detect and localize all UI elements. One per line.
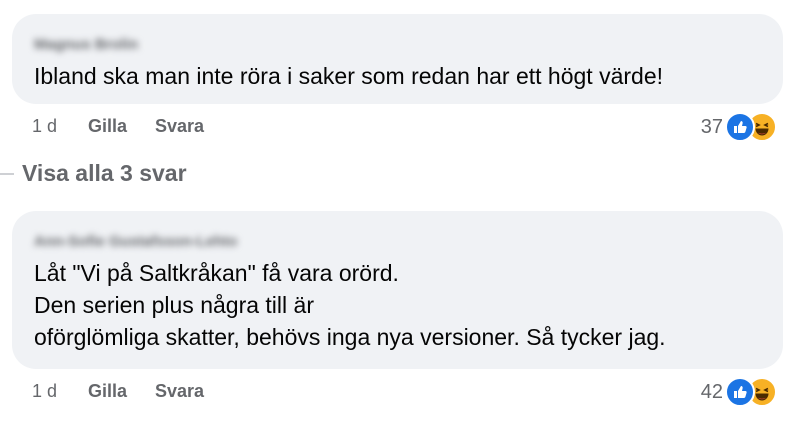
comment-text: Låt "Vi på Saltkråkan" få vara orörd. <box>34 260 399 286</box>
comment-text: Den serien plus några till är <box>34 292 314 318</box>
reply-button[interactable]: Svara <box>155 381 204 402</box>
view-all-replies-label: Visa alla 3 svar <box>22 160 187 186</box>
comment-text: Ibland ska man inte röra i saker som red… <box>34 63 663 89</box>
reaction-summary[interactable]: 37 <box>701 112 777 142</box>
comment-bubble: Magnus Brolin Ibland ska man inte röra i… <box>12 14 783 104</box>
like-icon <box>725 112 755 142</box>
comment-bubble: Ann-Sofie Gustafsson-Lehto Låt "Vi på Sa… <box>12 211 783 369</box>
comment-actions: 1 d Gilla Svara <box>32 116 232 137</box>
like-button[interactable]: Gilla <box>88 381 127 402</box>
comment-author[interactable]: Magnus Brolin <box>34 36 138 53</box>
comment-text: oförglömliga skatter, behövs inga nya ve… <box>34 324 666 350</box>
comment-author[interactable]: Ann-Sofie Gustafsson-Lehto <box>34 233 237 250</box>
reply-button[interactable]: Svara <box>155 116 204 137</box>
like-icon <box>725 377 755 407</box>
reaction-count: 37 <box>700 115 723 138</box>
comment-actions: 1 d Gilla Svara <box>32 381 232 402</box>
comment-timestamp[interactable]: 1 d <box>32 381 88 402</box>
like-button[interactable]: Gilla <box>88 116 127 137</box>
thread-connector <box>0 172 14 175</box>
comment-timestamp[interactable]: 1 d <box>32 116 88 137</box>
reaction-count: 42 <box>700 380 723 403</box>
view-all-replies-link[interactable]: Visa alla 3 svar <box>0 160 187 187</box>
reaction-summary[interactable]: 42 <box>701 377 777 407</box>
